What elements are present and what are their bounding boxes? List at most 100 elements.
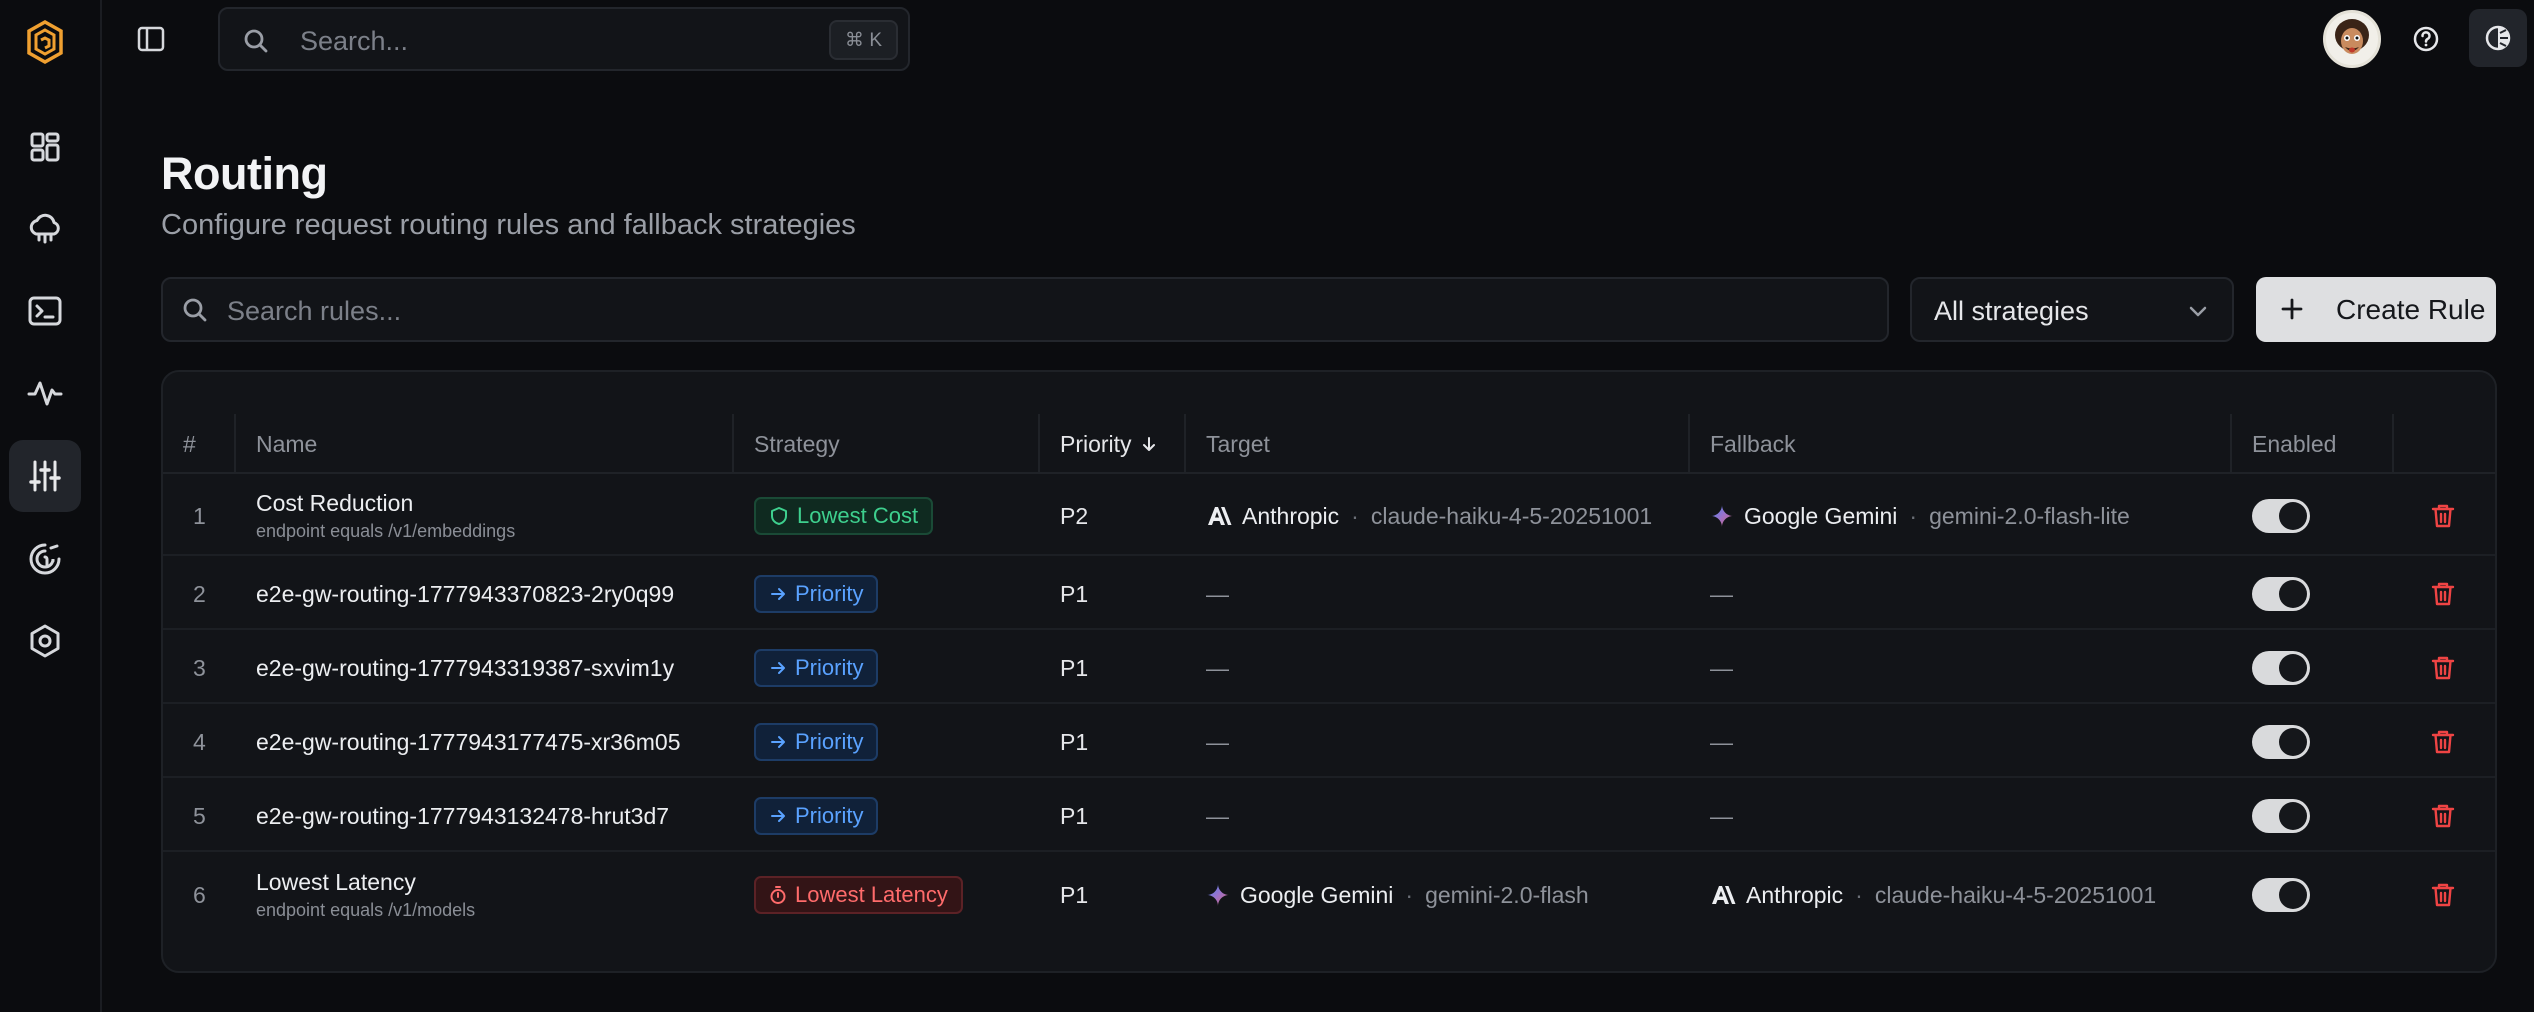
hexagon-settings-icon	[30, 624, 60, 658]
fallback-empty: —	[1710, 654, 1733, 681]
enabled-toggle[interactable]	[2252, 577, 2310, 611]
priority-value: P2	[1060, 502, 1089, 529]
strategy-filter-value: All strategies	[1934, 296, 2089, 326]
col-strategy[interactable]: Strategy	[732, 414, 1038, 474]
global-search-input[interactable]: Search... ⌘ K	[218, 7, 910, 71]
col-enabled[interactable]: Enabled	[2230, 414, 2392, 474]
table-row[interactable]: 2 e2e-gw-routing-1777943370823-2ry0q99 P…	[163, 558, 2495, 630]
rules-search-placeholder: Search rules...	[227, 296, 402, 326]
table-row[interactable]: 6 Lowest Latency endpoint equals /v1/mod…	[163, 854, 2495, 936]
rule-condition: endpoint equals /v1/embeddings	[256, 521, 516, 541]
fallback-empty: —	[1710, 802, 1733, 829]
strategy-badge: Lowest Cost	[754, 497, 934, 535]
fingerprint-icon	[29, 543, 61, 575]
enabled-cell	[2252, 476, 2310, 556]
gemini-icon	[1207, 884, 1229, 906]
delete-rule-button[interactable]	[2429, 854, 2457, 936]
enabled-toggle[interactable]	[2252, 799, 2310, 833]
nav-dashboard[interactable]	[9, 111, 81, 183]
rule-name: e2e-gw-routing-1777943370823-2ry0q99	[256, 580, 675, 607]
strategy-cell: Priority	[754, 706, 879, 778]
table-row[interactable]: 1 Cost Reduction endpoint equals /v1/emb…	[163, 476, 2495, 556]
trash-icon	[2431, 656, 2455, 680]
strategy-badge: Lowest Latency	[754, 876, 963, 914]
trash-icon	[2431, 730, 2455, 754]
target-empty: —	[1206, 802, 1229, 829]
separator-dot: ·	[1855, 881, 1863, 908]
help-circle-icon	[2413, 26, 2439, 52]
trash-icon	[2431, 504, 2455, 528]
col-target[interactable]: Target	[1184, 414, 1688, 474]
strategy-label: Priority	[795, 729, 864, 754]
fallback-model: claude-haiku-4-5-20251001	[1874, 881, 2157, 908]
target-empty: —	[1206, 728, 1229, 755]
arrow-right-icon	[771, 810, 785, 822]
gemini-icon	[1711, 505, 1733, 527]
trash-icon	[2431, 883, 2455, 907]
user-avatar[interactable]	[2323, 10, 2381, 68]
col-index: #	[183, 430, 196, 457]
enabled-cell	[2252, 706, 2310, 778]
enabled-toggle[interactable]	[2252, 878, 2310, 912]
target-provider: Google Gemini	[1240, 881, 1394, 908]
app-logo-icon[interactable]	[26, 19, 64, 65]
trash-icon	[2431, 582, 2455, 606]
delete-rule-button[interactable]	[2429, 780, 2457, 852]
row-index: 3	[193, 654, 206, 681]
enabled-toggle[interactable]	[2252, 499, 2310, 533]
delete-rule-button[interactable]	[2429, 558, 2457, 630]
nav-fingerprint[interactable]	[9, 523, 81, 595]
global-search-placeholder: Search...	[300, 26, 409, 56]
nav-routing[interactable]	[9, 440, 81, 512]
separator-dot: ·	[1351, 502, 1359, 529]
delete-rule-button[interactable]	[2429, 706, 2457, 778]
strategy-label: Priority	[795, 655, 864, 680]
row-index: 2	[193, 580, 206, 607]
strategy-cell: Lowest Latency	[754, 854, 963, 936]
col-name[interactable]: Name	[234, 414, 732, 474]
help-button[interactable]	[2408, 21, 2444, 57]
strategy-label: Lowest Cost	[797, 503, 919, 528]
strategy-badge: Priority	[754, 797, 879, 835]
rules-search-input[interactable]: Search rules...	[161, 277, 1889, 342]
enabled-toggle[interactable]	[2252, 725, 2310, 759]
arrow-right-icon	[771, 662, 785, 674]
nav-activity[interactable]	[9, 357, 81, 429]
separator-dot: ·	[1405, 881, 1414, 908]
target-empty: —	[1206, 654, 1229, 681]
delete-rule-button[interactable]	[2429, 632, 2457, 704]
col-fallback[interactable]: Fallback	[1688, 414, 2230, 474]
table-row[interactable]: 4 e2e-gw-routing-1777943177475-xr36m05 P…	[163, 706, 2495, 778]
sliders-icon	[29, 460, 61, 492]
strategy-cell: Lowest Cost	[754, 476, 934, 556]
trash-icon	[2431, 804, 2455, 828]
fallback-provider: Google Gemini	[1744, 502, 1898, 529]
target-cell: Google Gemini · gemini-2.0-flash	[1206, 854, 1589, 936]
priority-value: P1	[1060, 654, 1089, 681]
dashboard-icon	[30, 132, 60, 162]
page-title: Routing	[161, 148, 328, 199]
create-rule-button[interactable]: Create Rule	[2256, 277, 2496, 342]
nav-terminal[interactable]	[9, 275, 81, 347]
target-cell: Anthropic · claude-haiku-4-5-20251001	[1206, 476, 1652, 556]
priority-value: P1	[1060, 881, 1089, 908]
strategy-badge: Priority	[754, 649, 879, 687]
sidebar-toggle-button[interactable]	[132, 20, 170, 58]
priority-value: P1	[1060, 580, 1089, 607]
enabled-toggle[interactable]	[2252, 651, 2310, 685]
delete-rule-button[interactable]	[2429, 476, 2457, 556]
strategy-cell: Priority	[754, 558, 879, 630]
table-row[interactable]: 3 e2e-gw-routing-1777943319387-sxvim1y P…	[163, 632, 2495, 704]
strategy-label: Priority	[795, 803, 864, 828]
table-row[interactable]: 5 e2e-gw-routing-1777943132478-hrut3d7 P…	[163, 780, 2495, 852]
nav-settings[interactable]	[9, 605, 81, 677]
theme-toggle-button[interactable]	[2469, 9, 2527, 67]
col-priority[interactable]: Priority	[1038, 414, 1184, 474]
enabled-cell	[2252, 558, 2310, 630]
timer-icon	[770, 886, 786, 904]
target-empty: —	[1206, 580, 1229, 607]
chevron-down-icon	[2186, 299, 2210, 328]
arrow-right-icon	[771, 588, 785, 600]
strategy-filter-select[interactable]: All strategies	[1910, 277, 2234, 342]
nav-cloud[interactable]	[9, 193, 81, 265]
